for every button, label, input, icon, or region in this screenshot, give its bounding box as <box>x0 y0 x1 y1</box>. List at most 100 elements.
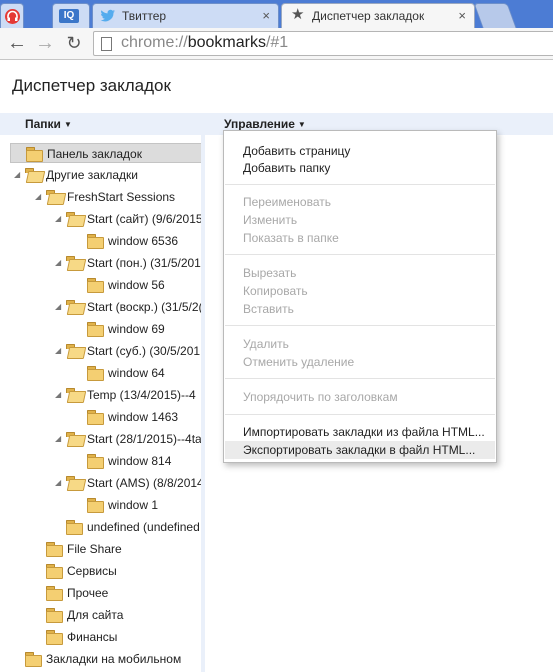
menu-item-show-in-folder[interactable]: Показать в папке <box>243 229 339 247</box>
tree-item[interactable]: ◢ Temp (13/4/2015)--4 <box>55 385 196 405</box>
expand-triangle-icon[interactable]: ◢ <box>55 209 66 229</box>
folder-icon <box>87 498 104 513</box>
tree-item[interactable]: ◢ Start (28/1/2015)--4ta <box>55 429 201 449</box>
expand-triangle-icon[interactable]: ◢ <box>55 297 66 317</box>
expand-triangle-icon[interactable]: ◢ <box>55 473 66 493</box>
close-icon[interactable]: × <box>458 8 466 23</box>
iq-icon: IQ <box>59 9 79 23</box>
tree-item-for-site[interactable]: Для сайта <box>46 605 123 625</box>
tree-item-freshstart[interactable]: ◢ FreshStart Sessions <box>35 187 175 207</box>
tree-item[interactable]: window 56 <box>87 275 165 295</box>
tab-title: Диспетчер закладок <box>312 9 425 23</box>
tree-item[interactable]: window 64 <box>87 363 165 383</box>
tree-item[interactable]: window 814 <box>87 451 171 471</box>
tree-item-mobile-bookmarks[interactable]: Закладки на мобильном <box>25 649 181 669</box>
menu-item-cut[interactable]: Вырезать <box>243 264 296 282</box>
tree-item[interactable]: ◢ Start (суб.) (30/5/201! <box>55 341 201 361</box>
tree-item[interactable]: window 1463 <box>87 407 178 427</box>
tree-item-services[interactable]: Сервисы <box>46 561 117 581</box>
tree-item-file-share[interactable]: File Share <box>46 539 122 559</box>
tree-item[interactable]: ◢ Start (сайт) (9/6/2015 <box>55 209 201 229</box>
menu-item-export-html[interactable]: Экспортировать закладки в файл HTML... <box>225 441 495 459</box>
headphones-icon <box>5 9 20 24</box>
menu-item-undo-delete[interactable]: Отменить удаление <box>243 353 354 371</box>
menu-item-sort-by-title[interactable]: Упорядочить по заголовкам <box>243 388 398 406</box>
tree-item-other-bookmarks[interactable]: ◢ Другие закладки <box>14 165 138 185</box>
menu-separator <box>225 414 495 415</box>
menu-item-paste[interactable]: Вставить <box>243 300 294 318</box>
caret-down-icon: ▼ <box>297 120 306 130</box>
tree-item-finance[interactable]: Финансы <box>46 627 117 647</box>
twitter-bird-icon <box>100 9 116 23</box>
menu-item-copy[interactable]: Копировать <box>243 282 308 300</box>
forward-arrow-icon[interactable]: → <box>33 31 57 55</box>
page-title: Диспетчер закладок <box>12 76 171 95</box>
star-icon: ★ <box>291 6 305 23</box>
expand-triangle-icon[interactable]: ◢ <box>35 187 46 207</box>
menu-item-edit[interactable]: Изменить <box>243 211 297 229</box>
folder-open-icon <box>66 388 83 401</box>
folder-icon <box>25 652 42 667</box>
folder-icon <box>46 564 63 579</box>
expand-triangle-icon[interactable]: ◢ <box>55 429 66 449</box>
tree-item[interactable]: window 1 <box>87 495 158 515</box>
organize-dropdown-menu: Добавить страницу Добавить папку Переиме… <box>223 130 497 463</box>
folder-icon <box>26 147 43 162</box>
tab-strip: IQ Твиттер × ★ Диспетчер закладок × <box>0 0 553 28</box>
tab-bookmarks[interactable]: ★ Диспетчер закладок × <box>281 3 475 28</box>
back-arrow-icon[interactable]: ← <box>5 31 29 55</box>
folder-icon <box>87 234 104 249</box>
folder-open-icon <box>46 190 63 203</box>
menu-separator <box>225 378 495 379</box>
folder-open-icon <box>66 344 83 357</box>
menu-item-add-page[interactable]: Добавить страницу <box>243 142 350 160</box>
folder-icon <box>87 278 104 293</box>
tree-item-other[interactable]: Прочее <box>46 583 108 603</box>
address-bar[interactable]: chrome://bookmarks/#1 <box>93 31 553 56</box>
close-icon[interactable]: × <box>262 8 270 23</box>
pane-splitter[interactable] <box>201 135 205 672</box>
page-icon <box>101 37 112 51</box>
reload-icon[interactable]: ↻ <box>62 31 86 55</box>
tab-twitter[interactable]: Твиттер × <box>92 3 279 28</box>
expand-triangle-icon[interactable]: ◢ <box>55 341 66 361</box>
tab-title: Твиттер <box>122 9 167 23</box>
folder-icon <box>46 630 63 645</box>
folders-menu-button[interactable]: Папки ▼ <box>25 117 72 131</box>
folder-open-icon <box>66 212 83 225</box>
tab-iq[interactable]: IQ <box>52 3 90 28</box>
folder-open-icon <box>66 300 83 313</box>
url-text: chrome://bookmarks/#1 <box>121 34 289 51</box>
folder-open-icon <box>66 476 83 489</box>
tree-item[interactable]: ◢ Start (пон.) (31/5/201 <box>55 253 201 273</box>
expand-triangle-icon[interactable]: ◢ <box>55 385 66 405</box>
folder-open-icon <box>66 432 83 445</box>
tree-item[interactable]: window 69 <box>87 319 165 339</box>
folder-icon <box>87 454 104 469</box>
expand-triangle-icon[interactable]: ◢ <box>14 165 25 185</box>
folder-tree: Панель закладок ◢ Другие закладки ◢ FreshS… <box>0 135 201 672</box>
organize-menu-button[interactable]: Управление ▼ <box>224 117 306 131</box>
tree-item[interactable]: window 6536 <box>87 231 178 251</box>
folder-icon <box>66 520 83 535</box>
tree-item[interactable]: undefined (undefined <box>66 517 200 537</box>
tree-item-bookmarks-bar[interactable]: Панель закладок <box>10 143 201 163</box>
folder-open-icon <box>25 168 42 181</box>
tree-item[interactable]: ◢ Start (воскр.) (31/5/2( <box>55 297 201 317</box>
menu-separator <box>225 184 495 185</box>
new-tab-button[interactable] <box>473 3 517 28</box>
tree-item[interactable]: ◢ Start (AMS) (8/8/2014 <box>55 473 201 493</box>
menu-item-rename[interactable]: Переименовать <box>243 193 331 211</box>
folder-icon <box>87 366 104 381</box>
menu-item-add-folder[interactable]: Добавить папку <box>243 159 330 177</box>
folder-icon <box>46 608 63 623</box>
browser-toolbar: ← → ↻ chrome://bookmarks/#1 <box>0 28 553 60</box>
menu-separator <box>225 325 495 326</box>
caret-down-icon: ▼ <box>63 120 72 130</box>
folder-icon <box>46 542 63 557</box>
menu-item-delete[interactable]: Удалить <box>243 335 289 353</box>
menu-item-import-html[interactable]: Импортировать закладки из файла HTML... <box>243 423 485 441</box>
folder-icon <box>46 586 63 601</box>
tab-music[interactable] <box>0 3 24 28</box>
expand-triangle-icon[interactable]: ◢ <box>55 253 66 273</box>
